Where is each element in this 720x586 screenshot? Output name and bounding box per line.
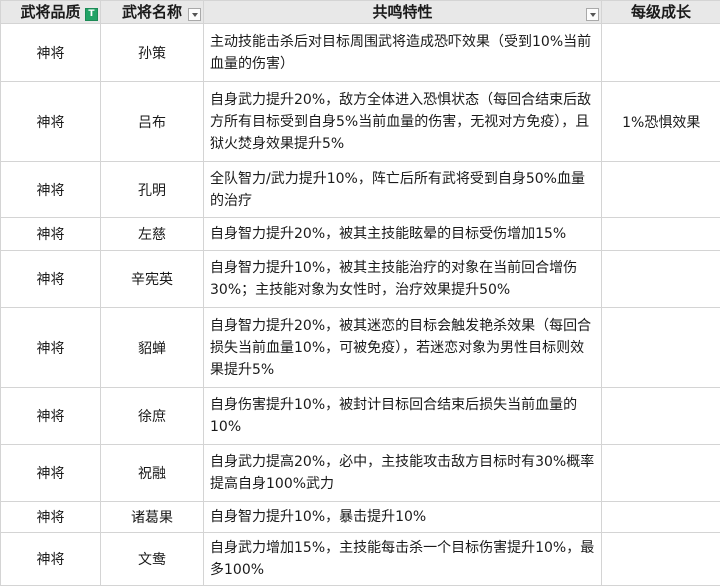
cell-quality[interactable]: 神将 <box>1 445 101 502</box>
header-label: 共鸣特性 <box>204 1 601 23</box>
cell-name[interactable]: 左慈 <box>101 218 204 251</box>
cell-feature[interactable]: 自身智力提升20%，被其迷恋的目标会触发艳杀效果（每回合损失当前血量10%，可被… <box>204 308 602 388</box>
header-row: 武将品质 T 武将名称 共鸣特性 每级成长 <box>1 1 720 24</box>
cell-quality[interactable]: 神将 <box>1 251 101 308</box>
cell-name[interactable]: 辛宪英 <box>101 251 204 308</box>
cell-name[interactable]: 孔明 <box>101 162 204 218</box>
cell-feature[interactable]: 自身武力提升20%，敌方全体进入恐惧状态（每回合结束后敌方所有目标受到自身5%当… <box>204 82 602 162</box>
cell-feature[interactable]: 自身武力提高20%，必中，主技能攻击敌方目标时有30%概率提高自身100%武力 <box>204 445 602 502</box>
filter-active-icon[interactable]: T <box>85 8 98 21</box>
cell-quality[interactable]: 神将 <box>1 388 101 445</box>
cell-quality[interactable]: 神将 <box>1 533 101 586</box>
cell-feature[interactable]: 全队智力/武力提升10%，阵亡后所有武将受到自身50%血量的治疗 <box>204 162 602 218</box>
cell-growth[interactable] <box>602 445 720 502</box>
table-row[interactable]: 神将 吕布 自身武力提升20%，敌方全体进入恐惧状态（每回合结束后敌方所有目标受… <box>1 82 720 162</box>
cell-name[interactable]: 貂蝉 <box>101 308 204 388</box>
cell-quality[interactable]: 神将 <box>1 162 101 218</box>
table-row[interactable]: 神将 辛宪英 自身智力提升10%，被其主技能治疗的对象在当前回合增伤30%；主技… <box>1 251 720 308</box>
cell-name[interactable]: 诸葛果 <box>101 502 204 533</box>
cell-quality[interactable]: 神将 <box>1 24 101 82</box>
data-table: 武将品质 T 武将名称 共鸣特性 每级成长 神将 孙策 主动技能击杀后对目标周围… <box>0 0 720 586</box>
column-header-growth[interactable]: 每级成长 <box>602 1 720 24</box>
table-row[interactable]: 神将 徐庶 自身伤害提升10%，被封计目标回合结束后损失当前血量的10% <box>1 388 720 445</box>
cell-feature[interactable]: 自身智力提升10%，被其主技能治疗的对象在当前回合增伤30%；主技能对象为女性时… <box>204 251 602 308</box>
cell-growth[interactable]: 1%恐惧效果 <box>602 82 720 162</box>
cell-growth[interactable] <box>602 533 720 586</box>
table-row[interactable]: 神将 孙策 主动技能击杀后对目标周围武将造成恐吓效果（受到10%当前血量的伤害） <box>1 24 720 82</box>
cell-feature[interactable]: 自身智力提升20%，被其主技能眩晕的目标受伤增加15% <box>204 218 602 251</box>
cell-name[interactable]: 孙策 <box>101 24 204 82</box>
cell-feature[interactable]: 自身伤害提升10%，被封计目标回合结束后损失当前血量的10% <box>204 388 602 445</box>
cell-name[interactable]: 徐庶 <box>101 388 204 445</box>
table-row[interactable]: 神将 诸葛果 自身智力提升10%，暴击提升10% <box>1 502 720 533</box>
cell-growth[interactable] <box>602 162 720 218</box>
column-header-name[interactable]: 武将名称 <box>101 1 204 24</box>
cell-name[interactable]: 文鸯 <box>101 533 204 586</box>
cell-growth[interactable] <box>602 308 720 388</box>
table-row[interactable]: 神将 祝融 自身武力提高20%，必中，主技能攻击敌方目标时有30%概率提高自身1… <box>1 445 720 502</box>
cell-growth[interactable] <box>602 502 720 533</box>
filter-dropdown-icon[interactable] <box>586 8 599 21</box>
table-row[interactable]: 神将 文鸯 自身武力增加15%，主技能每击杀一个目标伤害提升10%，最多100% <box>1 533 720 586</box>
cell-quality[interactable]: 神将 <box>1 218 101 251</box>
cell-quality[interactable]: 神将 <box>1 82 101 162</box>
cell-growth[interactable] <box>602 218 720 251</box>
cell-growth[interactable] <box>602 388 720 445</box>
cell-growth[interactable] <box>602 24 720 82</box>
table-row[interactable]: 神将 孔明 全队智力/武力提升10%，阵亡后所有武将受到自身50%血量的治疗 <box>1 162 720 218</box>
table-row[interactable]: 神将 左慈 自身智力提升20%，被其主技能眩晕的目标受伤增加15% <box>1 218 720 251</box>
table-row[interactable]: 神将 貂蝉 自身智力提升20%，被其迷恋的目标会触发艳杀效果（每回合损失当前血量… <box>1 308 720 388</box>
cell-feature[interactable]: 自身武力增加15%，主技能每击杀一个目标伤害提升10%，最多100% <box>204 533 602 586</box>
cell-feature[interactable]: 主动技能击杀后对目标周围武将造成恐吓效果（受到10%当前血量的伤害） <box>204 24 602 82</box>
cell-feature[interactable]: 自身智力提升10%，暴击提升10% <box>204 502 602 533</box>
column-header-quality[interactable]: 武将品质 T <box>1 1 101 24</box>
header-label: 每级成长 <box>602 1 720 23</box>
cell-quality[interactable]: 神将 <box>1 308 101 388</box>
cell-name[interactable]: 祝融 <box>101 445 204 502</box>
cell-name[interactable]: 吕布 <box>101 82 204 162</box>
cell-growth[interactable] <box>602 251 720 308</box>
filter-dropdown-icon[interactable] <box>188 8 201 21</box>
column-header-feature[interactable]: 共鸣特性 <box>204 1 602 24</box>
cell-quality[interactable]: 神将 <box>1 502 101 533</box>
